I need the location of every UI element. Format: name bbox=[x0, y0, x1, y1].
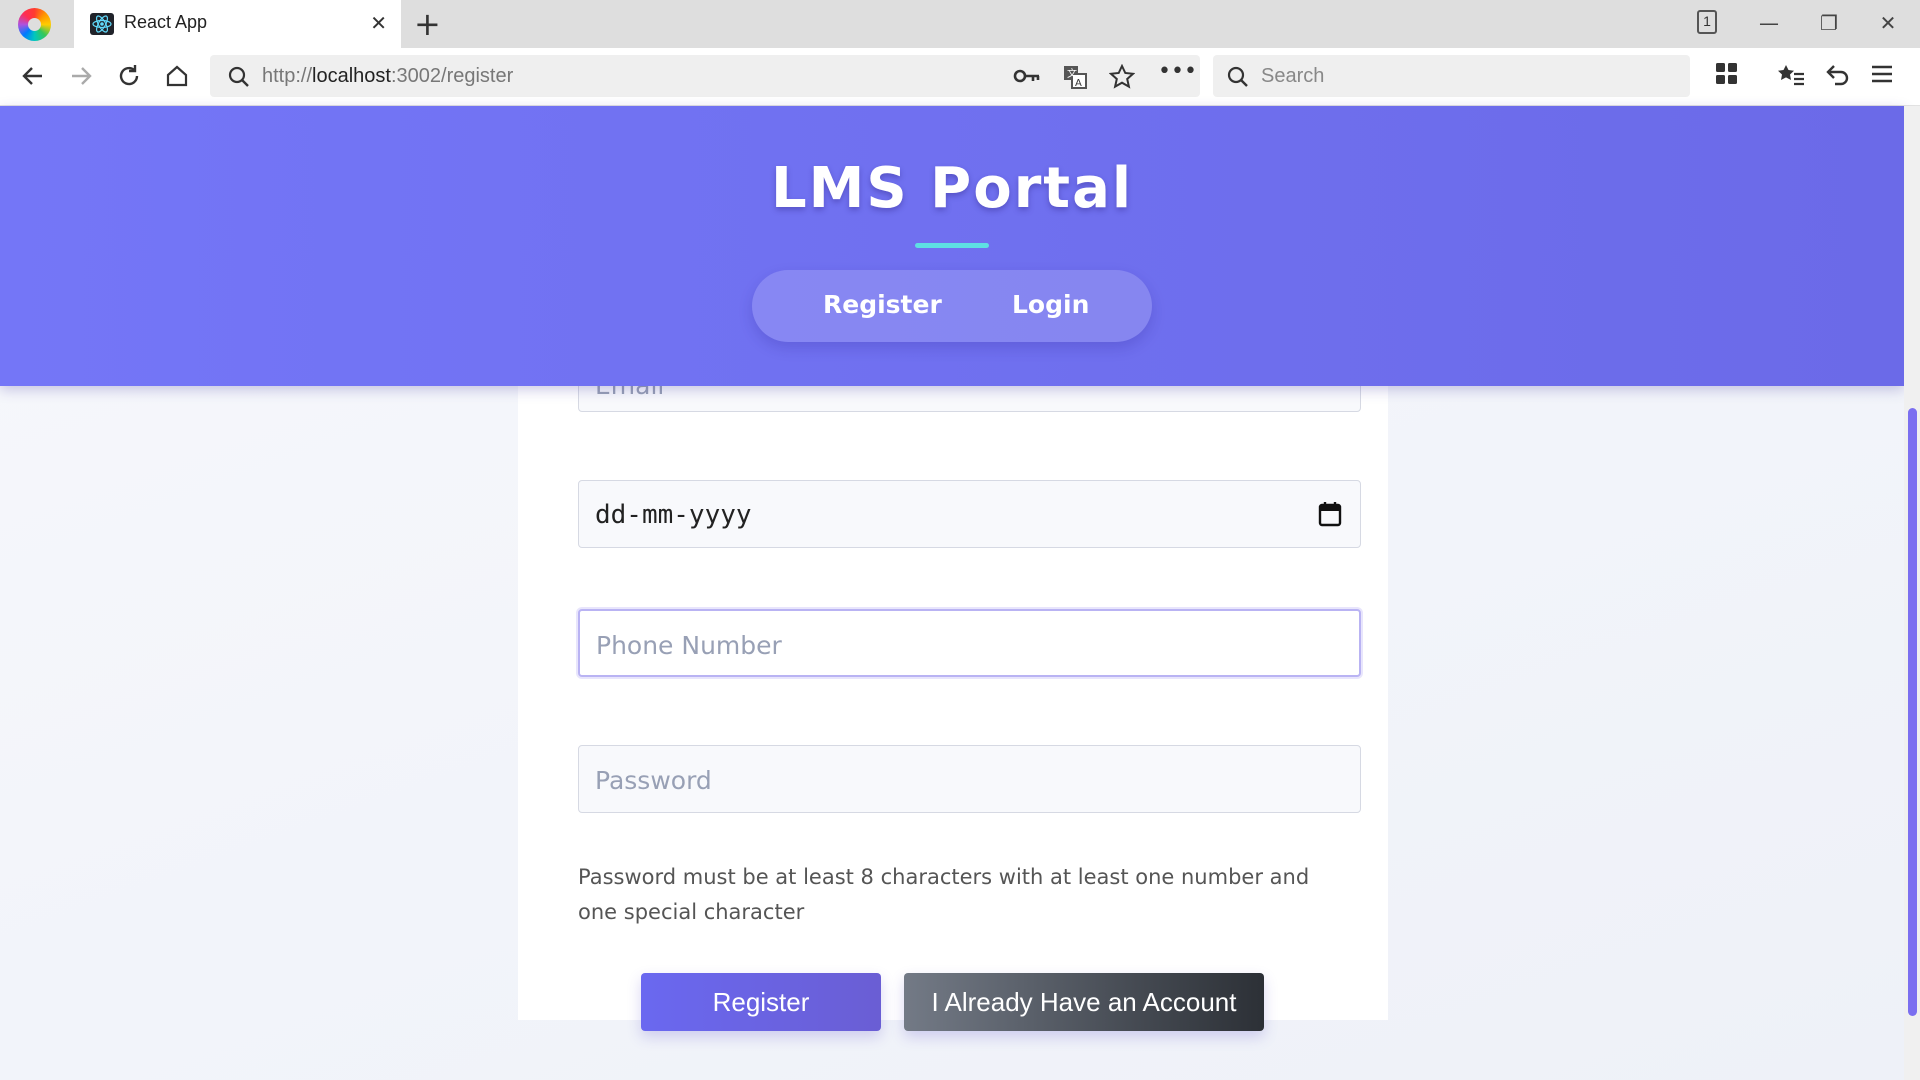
home-icon[interactable] bbox=[162, 63, 192, 93]
scrollbar-thumb[interactable] bbox=[1908, 408, 1917, 1016]
tab-count-icon[interactable]: 1 bbox=[1697, 10, 1717, 34]
already-have-account-button[interactable]: I Already Have an Account bbox=[904, 973, 1264, 1031]
search-bar[interactable]: Search bbox=[1213, 55, 1690, 97]
apps-grid-icon[interactable] bbox=[1712, 62, 1742, 92]
header-nav: Register Login bbox=[752, 270, 1152, 342]
phone-number-placeholder: Phone Number bbox=[596, 631, 782, 660]
restore-icon[interactable]: ❐ bbox=[1814, 8, 1844, 38]
reload-icon[interactable] bbox=[114, 63, 144, 93]
password-hint: Password must be at least 8 characters w… bbox=[578, 865, 1310, 924]
date-of-birth-field[interactable]: dd-mm-yyyy bbox=[578, 480, 1361, 548]
svg-text:A: A bbox=[1075, 78, 1082, 89]
browser-logo-icon[interactable] bbox=[18, 8, 51, 41]
password-field[interactable]: Password bbox=[578, 745, 1361, 813]
password-placeholder: Password bbox=[595, 766, 712, 795]
key-icon[interactable] bbox=[1013, 65, 1041, 87]
title-underline bbox=[915, 243, 989, 248]
bookmark-star-icon[interactable] bbox=[1109, 64, 1135, 90]
app-header: LMS Portal Register Login bbox=[0, 106, 1904, 386]
browser-tab-bar: React App ✕ + 1 — ❐ ✕ bbox=[0, 0, 1920, 48]
page-scrollbar[interactable] bbox=[1904, 106, 1920, 1080]
close-window-icon[interactable]: ✕ bbox=[1873, 8, 1903, 38]
back-icon[interactable] bbox=[18, 63, 48, 93]
undo-icon[interactable] bbox=[1822, 62, 1852, 92]
nav-login-link[interactable]: Login bbox=[1012, 290, 1089, 319]
search-placeholder: Search bbox=[1261, 65, 1325, 87]
close-tab-icon[interactable]: ✕ bbox=[370, 11, 387, 35]
tab-title: React App bbox=[124, 12, 208, 32]
register-button[interactable]: Register bbox=[641, 973, 881, 1031]
forward-icon[interactable] bbox=[66, 63, 96, 93]
address-bar[interactable]: http://localhost:3002/register 文 A ••• bbox=[210, 55, 1200, 97]
menu-icon[interactable] bbox=[1867, 62, 1897, 92]
new-tab-icon[interactable]: + bbox=[414, 6, 441, 42]
url-text: http://localhost:3002/register bbox=[262, 65, 514, 87]
search-icon bbox=[1227, 66, 1248, 87]
translate-icon[interactable]: 文 A bbox=[1062, 64, 1088, 90]
page-title: LMS Portal bbox=[770, 156, 1134, 221]
phone-number-field[interactable]: Phone Number bbox=[578, 609, 1361, 677]
minimize-icon[interactable]: — bbox=[1754, 8, 1784, 38]
more-options-icon[interactable]: ••• bbox=[1158, 59, 1197, 84]
browser-tab[interactable]: React App ✕ bbox=[74, 0, 401, 48]
browser-navbar: http://localhost:3002/register 文 A ••• S… bbox=[0, 48, 1920, 106]
date-of-birth-value: dd-mm-yyyy bbox=[595, 500, 752, 530]
calendar-icon[interactable] bbox=[1318, 501, 1342, 527]
favorites-icon[interactable] bbox=[1776, 62, 1806, 92]
search-icon bbox=[228, 66, 249, 87]
react-favicon-icon bbox=[90, 13, 114, 35]
nav-register-link[interactable]: Register bbox=[823, 290, 942, 319]
